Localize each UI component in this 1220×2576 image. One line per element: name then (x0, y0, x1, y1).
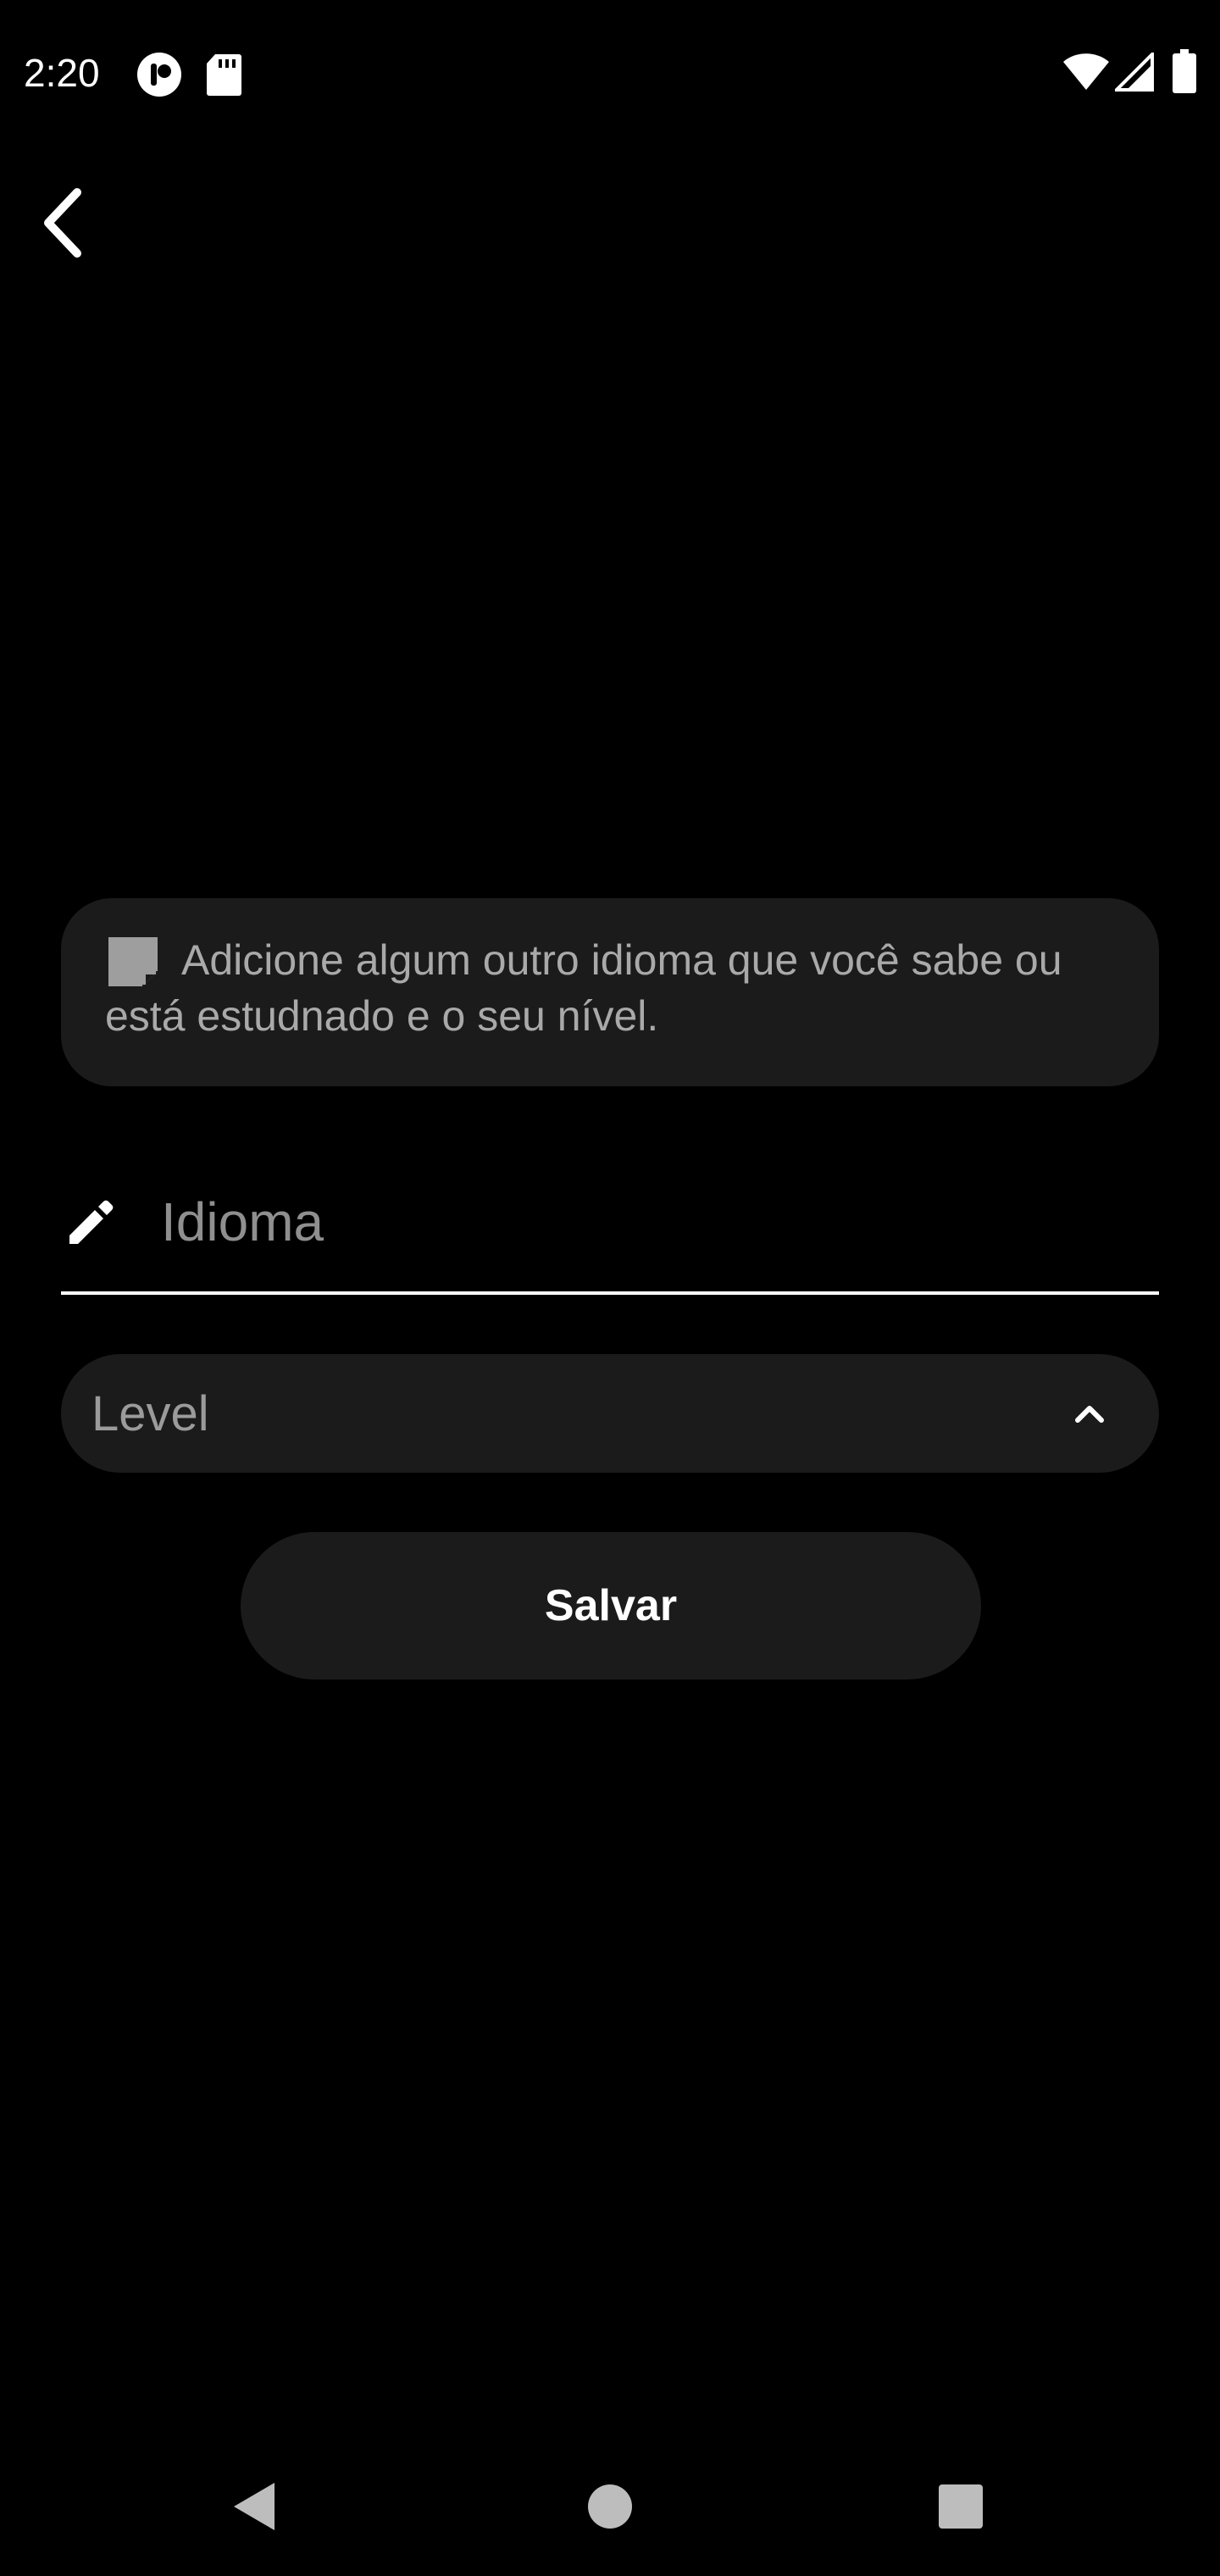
battery-icon (1173, 49, 1196, 93)
save-button[interactable]: Salvar (241, 1532, 981, 1679)
note-icon (105, 934, 161, 990)
idioma-field (61, 1161, 1159, 1295)
nav-home-button[interactable] (542, 2440, 678, 2576)
back-button[interactable] (17, 178, 110, 271)
chevron-left-icon (38, 187, 89, 263)
nav-back-icon (230, 2481, 278, 2536)
idioma-input[interactable] (161, 1186, 1135, 1257)
screen: 2:20 Adicione algum outro idioma que voc… (0, 0, 1220, 2576)
navigation-bar (0, 2440, 1220, 2576)
nav-back-button[interactable] (186, 2440, 322, 2576)
save-button-label: Salvar (544, 1581, 678, 1630)
pencil-icon (61, 1191, 122, 1252)
nav-recents-icon (937, 2483, 984, 2534)
nav-recents-button[interactable] (893, 2440, 1029, 2576)
level-select[interactable]: Level (61, 1354, 1159, 1473)
notification-app-icon (136, 51, 183, 98)
info-card: Adicione algum outro idioma que você sab… (61, 898, 1159, 1086)
status-time: 2:20 (24, 51, 100, 95)
cell-signal-icon (1112, 50, 1154, 92)
wifi-icon (1062, 53, 1110, 92)
nav-home-icon (586, 2483, 634, 2534)
info-text: Adicione algum outro idioma que você sab… (105, 936, 1062, 1040)
sd-card-icon (205, 53, 242, 97)
status-bar: 2:20 (0, 0, 1220, 144)
level-label: Level (92, 1386, 209, 1441)
chevron-up-icon (1068, 1391, 1112, 1435)
